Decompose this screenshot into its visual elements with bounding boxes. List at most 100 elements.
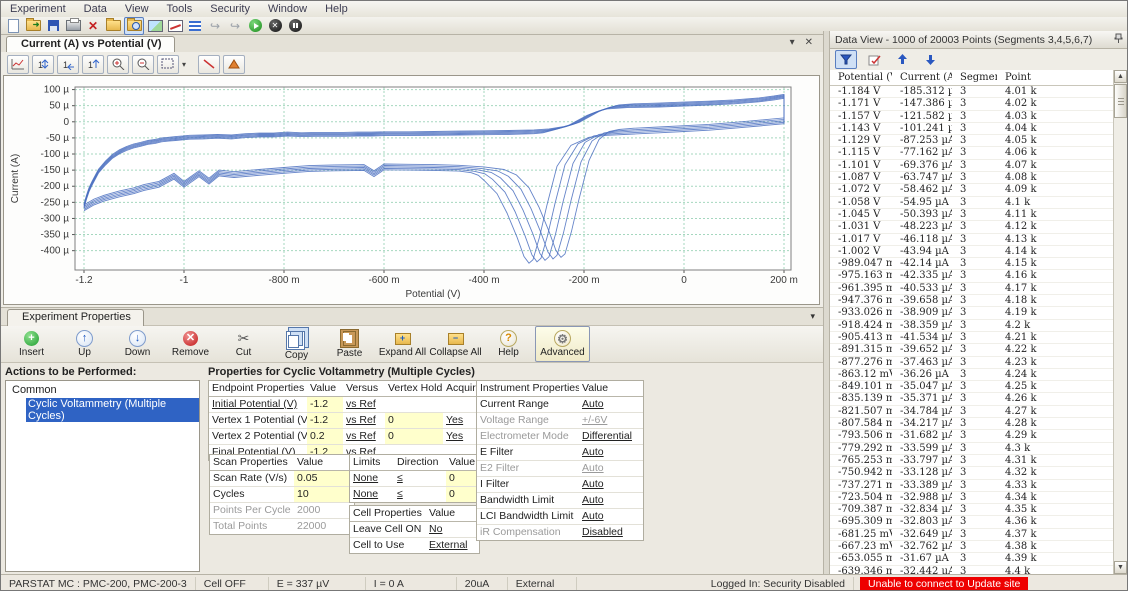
zoom-in-icon[interactable] bbox=[107, 55, 129, 74]
scan-cell[interactable]: 0.05 bbox=[294, 471, 354, 486]
table-row[interactable]: -1.129 V-87.253 µA34.05 k bbox=[830, 135, 1115, 147]
table-row[interactable]: -765.253 mV-33.797 µA34.31 k bbox=[830, 455, 1115, 467]
instrument-cell[interactable]: Auto bbox=[579, 477, 643, 492]
table-row[interactable]: -1.045 V-50.393 µA34.11 k bbox=[830, 209, 1115, 221]
redo-icon[interactable]: ↪ bbox=[226, 18, 244, 34]
panel-dropdown-icon[interactable]: ▾ bbox=[810, 311, 815, 322]
autoscale-y-axis-icon[interactable]: 1 bbox=[82, 55, 104, 74]
instrument-cell[interactable]: Auto bbox=[579, 509, 643, 524]
experiment-properties-icon[interactable] bbox=[124, 17, 144, 35]
table-row[interactable]: -1.072 V-58.462 µA34.09 k bbox=[830, 184, 1115, 196]
limits-cell[interactable]: None bbox=[350, 487, 394, 502]
endpoint-cell[interactable]: -1.2 bbox=[307, 397, 343, 412]
endpoint-cell[interactable]: 0.2 bbox=[307, 429, 343, 444]
table-row[interactable]: -1.115 V-77.162 µA34.06 k bbox=[830, 147, 1115, 159]
limits-cell[interactable]: ≤ bbox=[394, 487, 446, 502]
table-row[interactable]: -750.942 mV-33.128 µA34.32 k bbox=[830, 467, 1115, 479]
table-row[interactable]: -947.376 mV-39.658 µA34.18 k bbox=[830, 295, 1115, 307]
scan-cell[interactable]: 10 bbox=[294, 487, 354, 502]
graph-properties-icon[interactable] bbox=[7, 55, 29, 74]
table-row[interactable]: -1.157 V-121.582 µA34.03 k bbox=[830, 111, 1115, 123]
close-tab-icon[interactable]: ✕ bbox=[805, 37, 813, 48]
table-row[interactable]: -681.25 mV-32.649 µA34.37 k bbox=[830, 529, 1115, 541]
autoscale-x-axis-icon[interactable]: 1 bbox=[57, 55, 79, 74]
table-row[interactable]: -835.139 mV-35.371 µA34.26 k bbox=[830, 393, 1115, 405]
table-row[interactable]: -877.276 mV-37.463 µA34.23 k bbox=[830, 357, 1115, 369]
menu-security[interactable]: Security bbox=[201, 2, 259, 16]
pin-icon[interactable] bbox=[1114, 33, 1123, 47]
table-row[interactable]: -737.271 mV-33.389 µA34.33 k bbox=[830, 480, 1115, 492]
menu-tools[interactable]: Tools bbox=[158, 2, 202, 16]
copy-button[interactable]: Copy bbox=[270, 326, 323, 362]
table-row[interactable]: -807.584 mV-34.217 µA34.28 k bbox=[830, 418, 1115, 430]
table-row[interactable]: -1.087 V-63.747 µA34.08 k bbox=[830, 172, 1115, 184]
tab-experiment-properties[interactable]: Experiment Properties bbox=[7, 309, 144, 326]
endpoint-cell[interactable]: Initial Potential (V) bbox=[209, 397, 307, 412]
tree-item-common[interactable]: Common bbox=[12, 384, 57, 396]
table-row[interactable]: -821.507 mV-34.784 µA34.27 k bbox=[830, 406, 1115, 418]
table-row[interactable]: -779.292 mV-33.599 µA34.3 k bbox=[830, 443, 1115, 455]
table-row[interactable]: -667.23 mV-32.762 µA34.38 k bbox=[830, 541, 1115, 553]
cell-cell[interactable]: No bbox=[426, 522, 479, 537]
new-experiment-icon[interactable] bbox=[4, 18, 22, 34]
instrument-cell[interactable]: Auto bbox=[579, 493, 643, 508]
open-experiment-icon[interactable]: ➜ bbox=[24, 18, 42, 34]
table-row[interactable]: -1.184 V-185.312 µA34.01 k bbox=[830, 86, 1115, 98]
analysis-icon[interactable] bbox=[166, 18, 184, 34]
paste-button[interactable]: Paste bbox=[323, 326, 376, 362]
insert-button[interactable]: +Insert bbox=[5, 326, 58, 362]
instrument-cell[interactable]: Auto bbox=[579, 445, 643, 460]
undo-icon[interactable]: ↪ bbox=[206, 18, 224, 34]
table-row[interactable]: -863.12 mV-36.26 µA34.24 k bbox=[830, 369, 1115, 381]
table-row[interactable]: -1.143 V-101.241 µA34.04 k bbox=[830, 123, 1115, 135]
collapse-button[interactable]: −Collapse All bbox=[429, 326, 482, 362]
tab-list-dropdown-icon[interactable]: ▾ bbox=[790, 37, 795, 48]
remove-button[interactable]: ✕Remove bbox=[164, 326, 217, 362]
table-row[interactable]: -975.163 mV-42.335 µA34.16 k bbox=[830, 270, 1115, 282]
column-header-2[interactable]: Segment bbox=[952, 70, 997, 85]
data-view-icon[interactable] bbox=[186, 18, 204, 34]
zoom-out-icon[interactable] bbox=[132, 55, 154, 74]
delete-icon[interactable]: ✕ bbox=[84, 18, 102, 34]
endpoint-cell[interactable]: vs Ref bbox=[343, 397, 385, 412]
column-header-3[interactable]: Point bbox=[997, 70, 1057, 85]
slope-cursor-icon[interactable] bbox=[198, 55, 220, 74]
table-row[interactable]: -961.395 mV-40.533 µA34.17 k bbox=[830, 283, 1115, 295]
help-button[interactable]: ?Help bbox=[482, 326, 535, 362]
graph-view-icon[interactable] bbox=[146, 18, 164, 34]
zoom-box-icon[interactable] bbox=[157, 55, 179, 74]
endpoint-cell[interactable]: vs Ref bbox=[343, 429, 385, 444]
table-row[interactable]: -723.504 mV-32.988 µA34.34 k bbox=[830, 492, 1115, 504]
table-row[interactable]: -849.101 mV-35.047 µA34.25 k bbox=[830, 381, 1115, 393]
menu-window[interactable]: Window bbox=[259, 2, 316, 16]
pause-button[interactable] bbox=[286, 18, 304, 34]
table-row[interactable]: -695.309 mV-32.803 µA34.36 k bbox=[830, 516, 1115, 528]
scrollbar-up-icon[interactable]: ▲ bbox=[1114, 70, 1127, 83]
table-row[interactable]: -1.031 V-48.223 µA34.12 k bbox=[830, 221, 1115, 233]
stop-button[interactable]: ✕ bbox=[266, 18, 284, 34]
menu-data[interactable]: Data bbox=[75, 2, 116, 16]
endpoint-cell[interactable]: 0 bbox=[385, 413, 443, 428]
instrument-cell[interactable]: Differential bbox=[579, 429, 643, 444]
table-row[interactable]: -709.387 mV-32.834 µA34.35 k bbox=[830, 504, 1115, 516]
table-row[interactable]: -653.055 mV-31.67 µA34.39 k bbox=[830, 553, 1115, 565]
run-button[interactable] bbox=[246, 18, 264, 34]
cv-chart[interactable]: -1.2-1-800 m-600 m-400 m-200 m0200 m100 … bbox=[3, 75, 820, 305]
endpoint-cell[interactable]: -1.2 bbox=[307, 413, 343, 428]
print-icon[interactable] bbox=[64, 18, 82, 34]
limits-cell[interactable]: ≤ bbox=[394, 471, 446, 486]
cut-button[interactable]: ✂Cut bbox=[217, 326, 270, 362]
scroll-to-top-icon[interactable] bbox=[891, 50, 913, 69]
table-row[interactable]: -639.346 mV-32.442 µA34.4 k bbox=[830, 566, 1115, 574]
up-button[interactable]: ↑Up bbox=[58, 326, 111, 362]
menu-help[interactable]: Help bbox=[316, 2, 357, 16]
endpoint-cell[interactable]: vs Ref bbox=[343, 413, 385, 428]
table-row[interactable]: -905.413 mV-41.534 µA34.21 k bbox=[830, 332, 1115, 344]
table-row[interactable]: -1.101 V-69.376 µA34.07 k bbox=[830, 160, 1115, 172]
scrollbar-thumb[interactable] bbox=[1114, 84, 1127, 118]
table-row[interactable]: -1.002 V-43.94 µA34.14 k bbox=[830, 246, 1115, 258]
autoscale-both-axes-icon[interactable]: 1 bbox=[32, 55, 54, 74]
endpoint-cell[interactable]: 0 bbox=[385, 429, 443, 444]
export-data-icon[interactable] bbox=[104, 18, 122, 34]
table-row[interactable]: -1.171 V-147.386 µA34.02 k bbox=[830, 98, 1115, 110]
